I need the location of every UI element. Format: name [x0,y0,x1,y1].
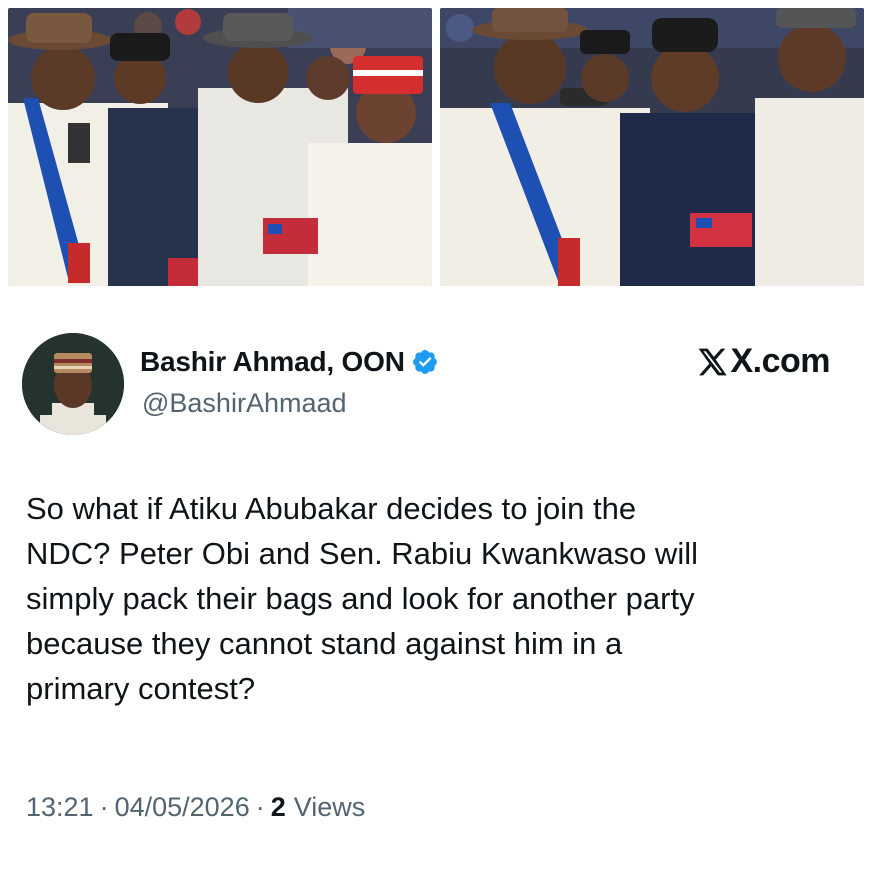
author-name-row: Bashir Ahmad, OON [140,344,439,380]
group-photo-right-image [440,8,864,286]
meta-separator: · [99,792,109,822]
tweet-time[interactable]: 13:21 [26,792,94,823]
group-photo-left-image [8,8,432,286]
verified-badge-icon [412,350,437,374]
source-logo: X.com [696,342,830,381]
views-label: Views [293,792,366,822]
meta-separator: · [255,792,265,822]
author-avatar[interactable] [22,333,124,435]
photo-left[interactable] [8,8,432,286]
tweet-header: Bashir Ahmad, OON @BashirAhmaad X.com [22,330,848,440]
tweet-text: So what if Atiku Abubakar decides to joi… [26,491,698,706]
media-grid [0,0,870,290]
author-display-name[interactable]: Bashir Ahmad, OON [140,346,405,378]
source-label: X.com [730,342,830,380]
photo-right[interactable] [440,8,864,286]
tweet-date[interactable]: 04/05/2026 [115,792,250,823]
person-avatar-icon [22,333,124,435]
x-logo-icon [699,348,728,375]
tweet-meta: 13:21 · 04/05/2026 · 2 Views [26,792,365,823]
views-count: 2 [270,792,286,822]
author-handle[interactable]: @BashirAhmaad [142,388,347,419]
